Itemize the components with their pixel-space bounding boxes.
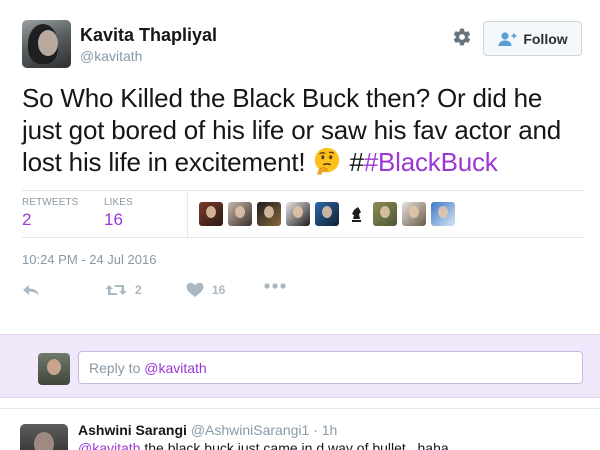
reply-tweet[interactable]: Ashwini Sarangi @AshwiniSarangi1 · 1h @k… <box>0 408 600 450</box>
reply-prefix: Reply to <box>89 360 145 376</box>
reply-mention: @kavitath <box>144 360 207 376</box>
author-avatar[interactable] <box>22 20 71 68</box>
chess-knight-icon <box>352 207 361 222</box>
reply-input[interactable]: Reply to @kavitath <box>78 351 583 384</box>
author-display-name[interactable]: Kavita Thapliyal <box>80 24 217 46</box>
gear-icon[interactable] <box>452 27 472 47</box>
tweet-actions: 2 16 <box>22 282 583 304</box>
reply-author-handle[interactable]: @AshwiniSarangi1 <box>191 422 310 438</box>
author-name-block[interactable]: Kavita Thapliyal @kavitath <box>80 24 217 66</box>
tweet-timestamp[interactable]: 10:24 PM - 24 Jul 2016 <box>22 252 156 267</box>
heart-icon <box>186 282 204 297</box>
hashtag-link[interactable]: #BlackBuck <box>364 147 498 177</box>
liker-avatar[interactable] <box>402 202 426 226</box>
retweets-count: 2 <box>22 210 32 229</box>
liker-avatar[interactable] <box>373 202 397 226</box>
retweet-count: 2 <box>135 283 142 297</box>
follow-button[interactable]: Follow <box>483 21 582 56</box>
retweets-stat[interactable]: RETWEETS 2 <box>22 197 78 231</box>
reply-composer: Reply to @kavitath <box>0 334 600 398</box>
like-button[interactable]: 16 <box>186 282 225 298</box>
thinking-face-icon <box>315 147 340 175</box>
reply-body-text: the black buck just came in d way of bul… <box>140 440 449 450</box>
tweet-header: Kavita Thapliyal @kavitath Follow <box>22 20 582 72</box>
retweet-icon <box>105 285 127 295</box>
liker-avatar[interactable] <box>315 202 339 226</box>
retweets-label: RETWEETS <box>22 197 79 208</box>
likers-row <box>199 202 455 226</box>
add-user-icon <box>498 31 517 46</box>
reply-time[interactable]: · 1h <box>313 422 337 438</box>
current-user-avatar <box>38 353 70 385</box>
hash-prefix: # <box>349 147 364 177</box>
reply-text: @kavitath the black buck just came in d … <box>78 440 449 450</box>
liker-avatar[interactable] <box>286 202 310 226</box>
tweet-stats: RETWEETS 2 LIKES 16 <box>22 191 583 237</box>
reply-body-mention[interactable]: @kavitath <box>78 440 140 450</box>
reply-button[interactable] <box>22 282 41 298</box>
reply-author-name[interactable]: Ashwini Sarangi <box>78 422 187 438</box>
like-count: 16 <box>212 283 226 297</box>
more-icon <box>264 283 286 289</box>
divider <box>22 237 583 238</box>
likes-count: 16 <box>104 210 123 229</box>
liker-avatar[interactable] <box>228 202 252 226</box>
liker-avatar[interactable] <box>344 202 368 226</box>
liker-avatar[interactable] <box>431 202 455 226</box>
retweet-button[interactable]: 2 <box>105 282 142 298</box>
follow-label: Follow <box>523 30 568 47</box>
reply-author-avatar[interactable] <box>20 424 68 450</box>
liker-avatar[interactable] <box>199 202 223 226</box>
author-handle[interactable]: @kavitath <box>80 46 217 66</box>
stats-separator <box>187 191 188 237</box>
more-button[interactable] <box>264 282 286 290</box>
liker-avatar[interactable] <box>257 202 281 226</box>
likes-label: LIKES <box>104 197 133 208</box>
tweet-text: So Who Killed the Black Buck then? Or di… <box>22 82 588 178</box>
reply-icon <box>23 285 39 296</box>
reply-meta: Ashwini Sarangi @AshwiniSarangi1 · 1h <box>78 422 337 438</box>
likes-stat[interactable]: LIKES 16 <box>104 197 133 231</box>
